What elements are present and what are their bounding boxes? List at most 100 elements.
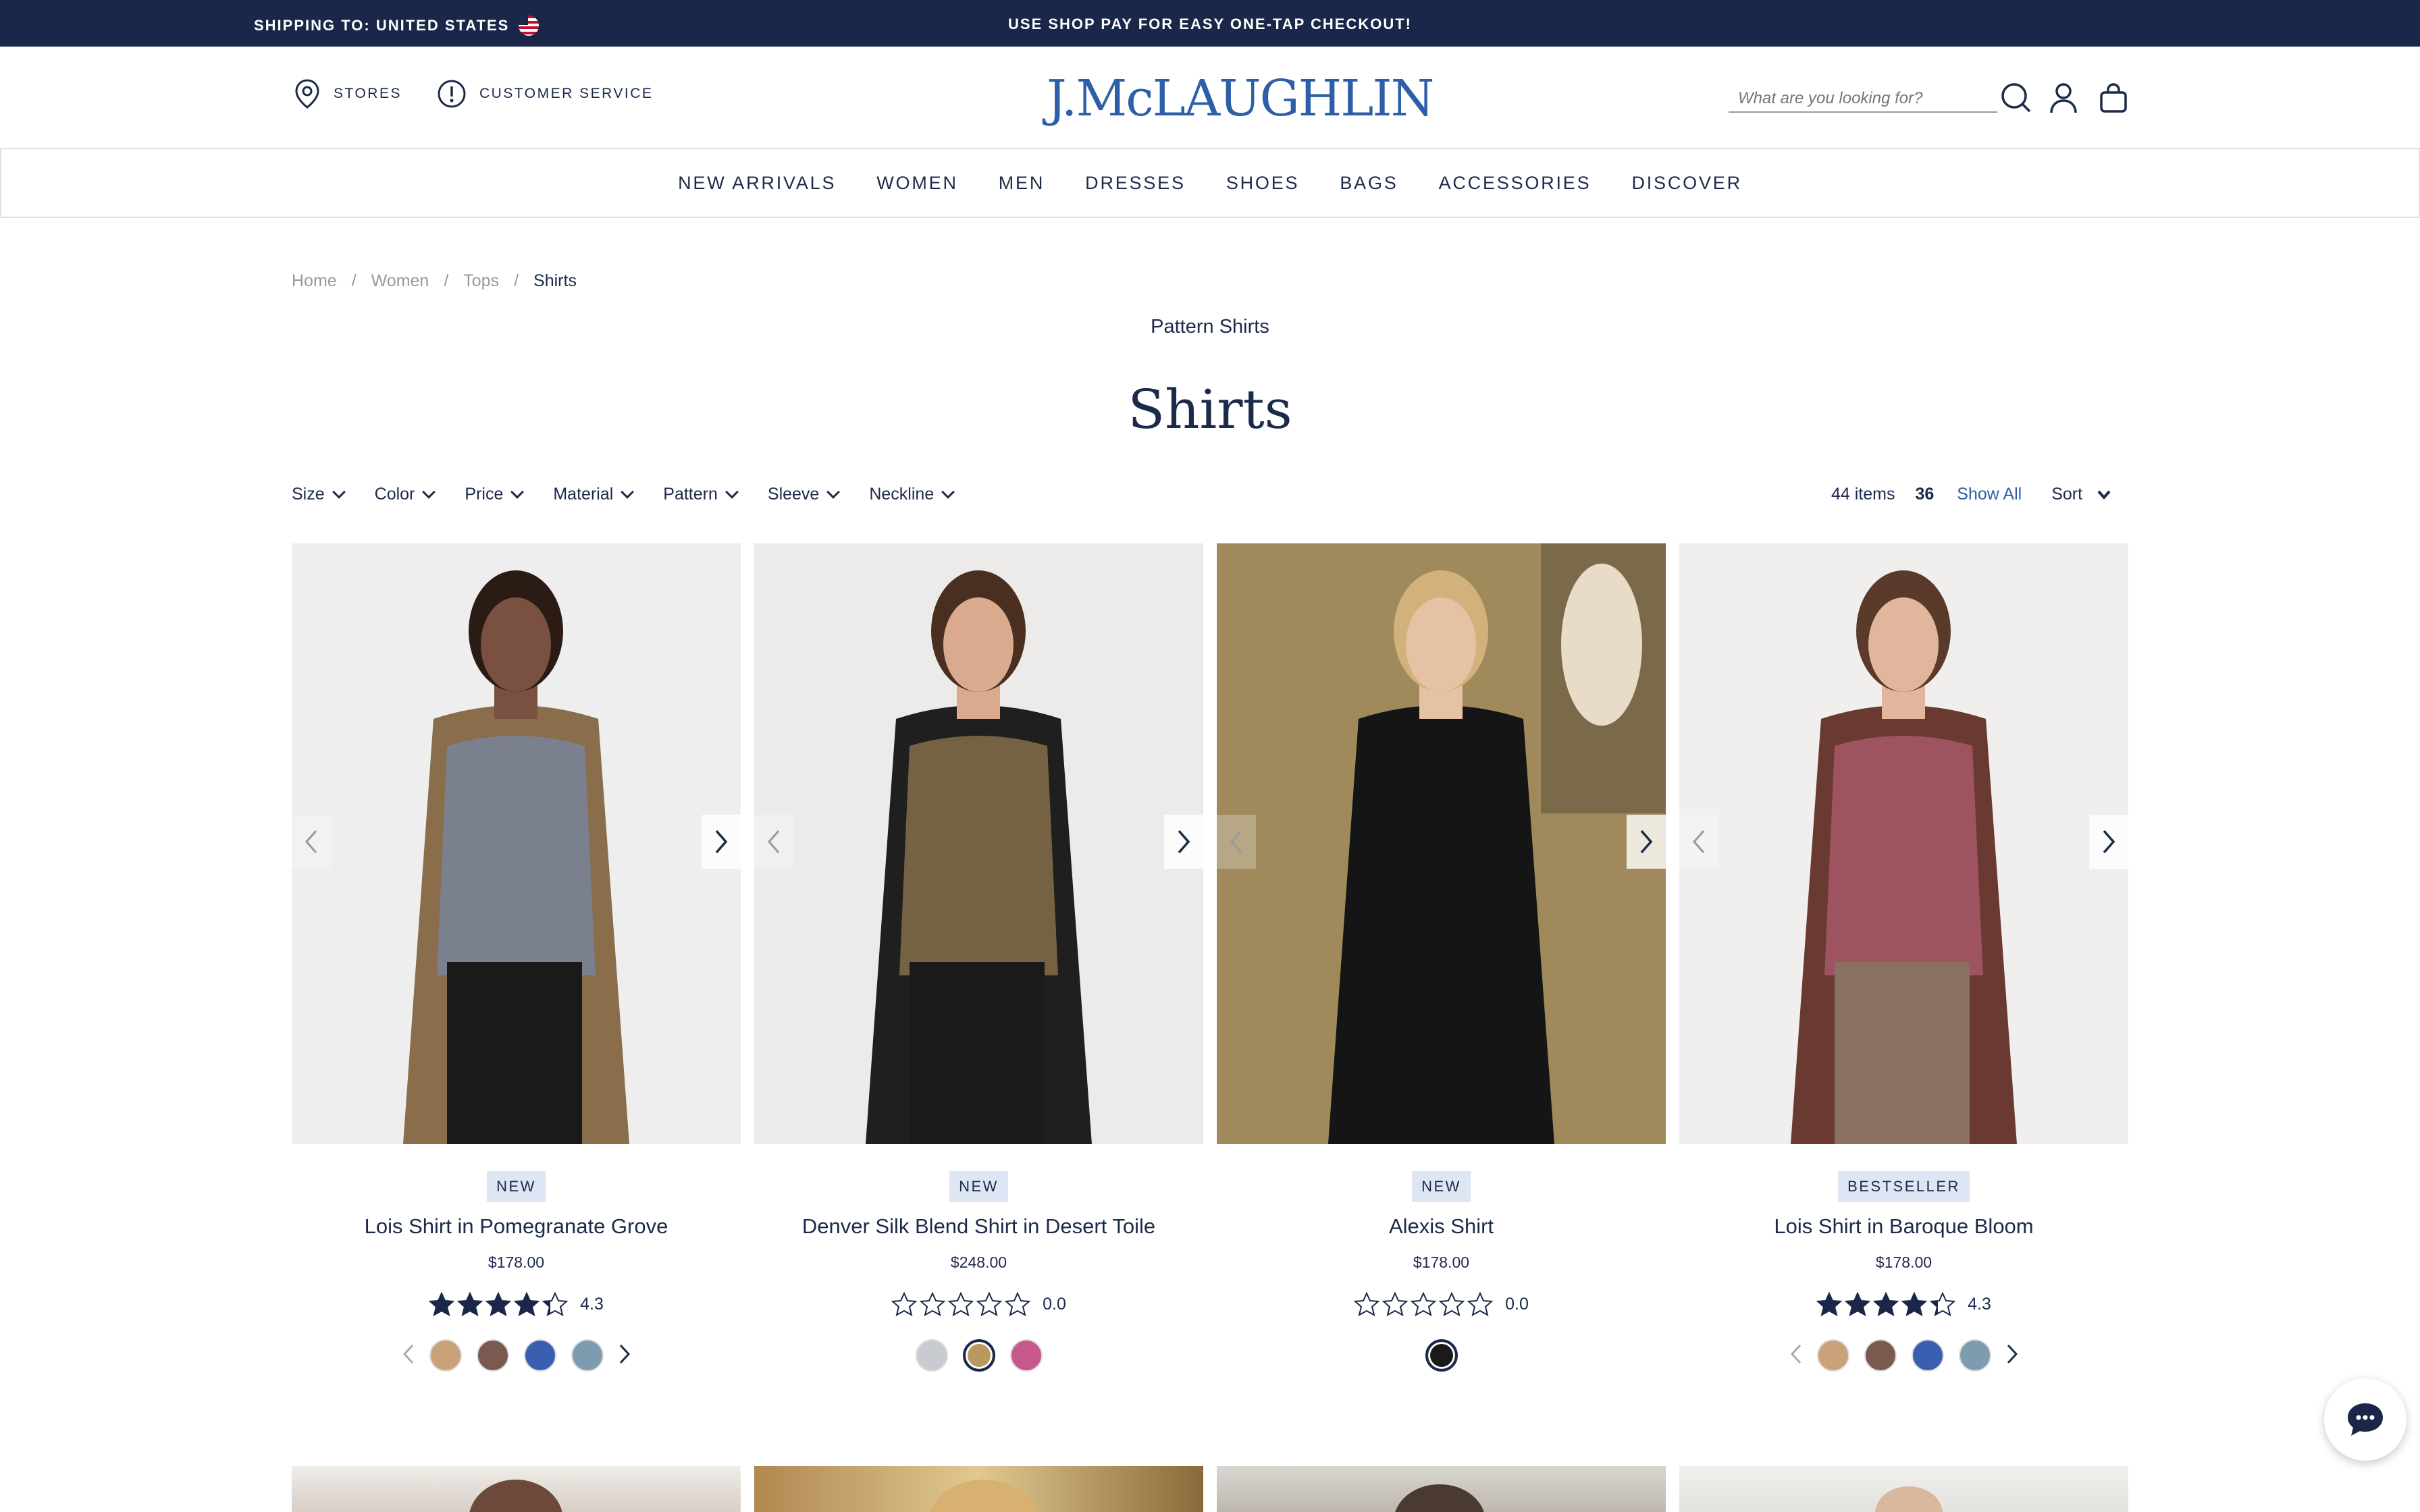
customer-service-label: CUSTOMER SERVICE (479, 86, 654, 101)
product-rating[interactable]: 0.0 (1217, 1292, 1666, 1316)
filter-label: Neckline (869, 485, 935, 504)
filter-color[interactable]: Color (375, 485, 436, 504)
chevron-left-icon (1790, 1344, 1801, 1364)
image-next-button[interactable] (1164, 815, 1203, 869)
color-swatch[interactable] (1958, 1339, 1991, 1372)
location-pin-icon (295, 79, 319, 109)
product-image[interactable] (754, 543, 1203, 1144)
swatch-prev-button[interactable] (1790, 1344, 1802, 1368)
product-price: $178.00 (1413, 1253, 1470, 1271)
chevron-left-icon (305, 830, 317, 853)
shopping-bag-icon[interactable] (2099, 82, 2128, 114)
chevron-down-icon (621, 485, 635, 499)
chevron-right-icon (2007, 1344, 2018, 1364)
per-page-option-36[interactable]: 36 (1915, 485, 1934, 504)
chevron-down-icon (332, 485, 346, 499)
product-card[interactable]: BESTSELLER Lois Shirt in Baroque Bloom $… (1679, 543, 2128, 1372)
product-name[interactable]: Alexis Shirt (1217, 1214, 1666, 1239)
nav-accessories[interactable]: ACCESSORIES (1419, 173, 1612, 194)
show-all-link[interactable]: Show All (1957, 485, 2022, 504)
star-icon (1845, 1292, 1871, 1316)
account-icon[interactable] (2049, 82, 2078, 114)
product-image-partial[interactable] (292, 1466, 741, 1512)
sort-dropdown[interactable]: Sort (2051, 485, 2111, 504)
color-swatch[interactable] (1009, 1339, 1043, 1372)
product-rating[interactable]: 4.3 (1679, 1292, 2128, 1316)
color-swatch[interactable] (523, 1339, 556, 1372)
product-rating[interactable]: 0.0 (754, 1292, 1203, 1316)
color-swatch[interactable] (571, 1339, 604, 1372)
search-icon[interactable] (2000, 82, 2032, 114)
product-badge: NEW (1412, 1171, 1471, 1202)
swatch-prev-button[interactable] (402, 1344, 415, 1368)
rating-value: 4.3 (580, 1294, 604, 1314)
breadcrumb-women[interactable]: Women (371, 271, 429, 291)
product-photo-top (930, 1480, 1037, 1512)
site-logo[interactable]: J.McLAUGHLIN (1047, 74, 1434, 124)
color-swatch[interactable] (1816, 1339, 1849, 1372)
filter-price[interactable]: Price (465, 485, 525, 504)
filter-size[interactable]: Size (292, 485, 346, 504)
product-badge: NEW (949, 1171, 1008, 1202)
color-swatch[interactable] (962, 1339, 995, 1372)
filter-label: Material (553, 485, 614, 504)
image-prev-button[interactable] (292, 815, 331, 869)
breadcrumb-separator: / (514, 271, 519, 290)
breadcrumb-home[interactable]: Home (292, 271, 337, 291)
chevron-down-icon (510, 485, 525, 499)
color-swatch[interactable] (1864, 1339, 1897, 1372)
page-subtitle-link[interactable]: Pattern Shirts (0, 316, 2420, 338)
image-next-button[interactable] (1627, 815, 1666, 869)
nav-new-arrivals[interactable]: NEW ARRIVALS (658, 173, 856, 194)
stores-link[interactable]: STORES (293, 78, 402, 109)
color-swatch[interactable] (1425, 1339, 1458, 1372)
chevron-left-icon (1693, 830, 1705, 853)
product-price: $178.00 (488, 1253, 545, 1271)
product-card[interactable]: NEW Alexis Shirt $178.00 0.0 (1217, 543, 1666, 1372)
image-prev-button[interactable] (1217, 815, 1256, 869)
nav-discover[interactable]: DISCOVER (1611, 173, 1762, 194)
nav-men[interactable]: MEN (978, 173, 1065, 194)
filter-material[interactable]: Material (553, 485, 635, 504)
product-photo (403, 570, 629, 1144)
product-name[interactable]: Denver Silk Blend Shirt in Desert Toile (754, 1214, 1203, 1239)
product-card[interactable]: NEW Lois Shirt in Pomegranate Grove $178… (292, 543, 741, 1372)
image-prev-button[interactable] (754, 815, 793, 869)
chevron-right-icon (2103, 830, 2115, 854)
product-name[interactable]: Lois Shirt in Pomegranate Grove (292, 1214, 741, 1239)
main-navigation: NEW ARRIVALS WOMEN MEN DRESSES SHOES BAG… (0, 149, 2420, 218)
nav-bags[interactable]: BAGS (1319, 173, 1418, 194)
color-swatch[interactable] (429, 1339, 462, 1372)
product-image-partial[interactable] (1679, 1466, 2128, 1512)
product-image-partial[interactable] (754, 1466, 1203, 1512)
swatch-next-button[interactable] (619, 1344, 631, 1368)
chevron-left-icon (1230, 830, 1242, 853)
breadcrumb-tops[interactable]: Tops (463, 271, 499, 291)
filter-neckline[interactable]: Neckline (869, 485, 955, 504)
nav-women[interactable]: WOMEN (856, 173, 978, 194)
product-image[interactable] (1679, 543, 2128, 1144)
color-swatch[interactable] (1911, 1339, 1944, 1372)
color-swatch[interactable] (476, 1339, 509, 1372)
breadcrumb: Home / Women / Tops / Shirts (292, 271, 577, 291)
filter-pattern[interactable]: Pattern (663, 485, 739, 504)
product-card[interactable]: NEW Denver Silk Blend Shirt in Desert To… (754, 543, 1203, 1372)
image-prev-button[interactable] (1679, 815, 1718, 869)
nav-dresses[interactable]: DRESSES (1065, 173, 1206, 194)
product-image[interactable] (292, 543, 741, 1144)
swatch-next-button[interactable] (2006, 1344, 2018, 1368)
chat-launcher-button[interactable] (2324, 1378, 2406, 1461)
product-name[interactable]: Lois Shirt in Baroque Bloom (1679, 1214, 2128, 1239)
image-next-button[interactable] (2089, 815, 2128, 869)
search-input[interactable] (1729, 79, 1997, 113)
chevron-down-icon (422, 485, 436, 499)
filter-sleeve[interactable]: Sleeve (768, 485, 841, 504)
nav-shoes[interactable]: SHOES (1206, 173, 1320, 194)
image-next-button[interactable] (702, 815, 741, 869)
customer-service-link[interactable]: CUSTOMER SERVICE (436, 78, 653, 109)
product-photo (1217, 543, 1666, 1144)
color-swatch[interactable] (915, 1339, 948, 1372)
product-image-partial[interactable] (1217, 1466, 1666, 1512)
product-image[interactable] (1217, 543, 1666, 1144)
product-rating[interactable]: 4.3 (292, 1292, 741, 1316)
